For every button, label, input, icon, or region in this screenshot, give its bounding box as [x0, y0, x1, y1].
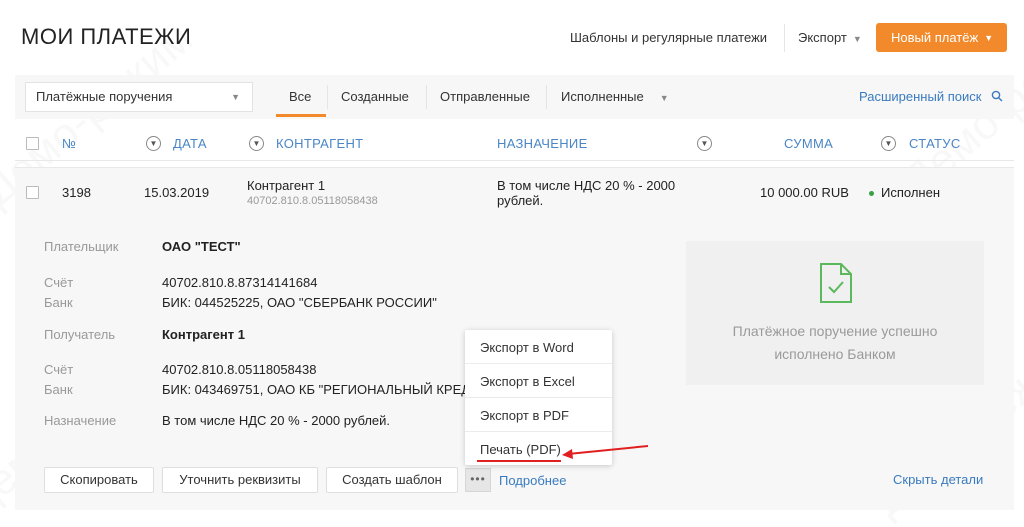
- chevron-down-icon: ▼: [231, 92, 240, 102]
- divider: [546, 85, 547, 109]
- recipient-bank-label: Банк: [44, 382, 73, 397]
- recipient-account-label: Счёт: [44, 362, 74, 377]
- tab-all[interactable]: Все: [289, 89, 311, 104]
- recipient-label: Получатель: [44, 327, 116, 342]
- status-dot-icon: [869, 191, 874, 197]
- column-number: №: [62, 136, 77, 151]
- menu-item-print-pdf[interactable]: Печать (PDF): [480, 442, 561, 457]
- status-message-line2: исполнено Банком: [774, 346, 896, 362]
- menu-divider: [465, 363, 612, 364]
- export-dropdown[interactable]: Экспорт ▼: [798, 30, 862, 45]
- page-title: МОИ ПЛАТЕЖИ: [21, 24, 192, 49]
- tab-executed[interactable]: Исполненные ▼: [561, 89, 669, 104]
- hide-details-link[interactable]: Скрыть детали: [893, 472, 983, 487]
- row-status: Исполнен: [869, 185, 940, 200]
- annotation-arrow-icon: [562, 445, 649, 459]
- menu-item-export-excel[interactable]: Экспорт в Excel: [480, 374, 575, 389]
- sort-date-icon[interactable]: ▼: [146, 136, 161, 151]
- menu-divider: [465, 431, 612, 432]
- menu-item-export-pdf[interactable]: Экспорт в PDF: [480, 408, 569, 423]
- chevron-down-icon: ▼: [852, 33, 862, 44]
- menu-divider: [465, 397, 612, 398]
- row-account: 40702.810.8.05118058438: [247, 195, 378, 207]
- row-counterparty: Контрагент 1: [247, 178, 326, 193]
- copy-button[interactable]: Скопировать: [44, 467, 154, 493]
- document-check-icon: [820, 263, 852, 303]
- payer-value: ОАО "ТЕСТ": [162, 239, 241, 254]
- column-amount[interactable]: СУММА: [784, 136, 833, 151]
- row-purpose-line2: рублей.: [497, 193, 544, 208]
- clarify-details-button[interactable]: Уточнить реквизиты: [162, 467, 318, 493]
- templates-link[interactable]: Шаблоны и регулярные платежи: [570, 30, 767, 45]
- recipient-bank: БИК: 043469751, ОАО КБ "РЕГИОНАЛЬНЫЙ КРЕ…: [162, 382, 465, 397]
- tab-sent[interactable]: Отправленные: [440, 89, 530, 104]
- sort-amount-icon[interactable]: ▼: [697, 136, 712, 151]
- purpose-label: Назначение: [44, 413, 117, 428]
- row-status-label: Исполнен: [881, 185, 941, 200]
- status-message-line1: Платёжное поручение успешно: [732, 323, 938, 339]
- status-message: Платёжное поручение успешно исполнено Ба…: [686, 320, 984, 366]
- payer-account: 40702.810.8.87314141684: [162, 275, 318, 290]
- annotation-underline: [477, 460, 561, 462]
- column-date[interactable]: ДАТА: [173, 136, 207, 151]
- sort-counterparty-icon[interactable]: ▼: [249, 136, 264, 151]
- new-payment-button[interactable]: Новый платёж ▼: [876, 23, 1007, 52]
- divider: [784, 24, 785, 52]
- column-counterparty[interactable]: КОНТРАГЕНТ: [276, 136, 363, 151]
- advanced-search-link[interactable]: Расширенный поиск: [859, 89, 1003, 104]
- payer-bank-label: Банк: [44, 295, 73, 310]
- select-all-checkbox[interactable]: [26, 137, 39, 150]
- tab-executed-label: Исполненные: [561, 89, 644, 104]
- sort-status-icon[interactable]: ▼: [881, 136, 896, 151]
- payer-account-label: Счёт: [44, 275, 74, 290]
- new-payment-label: Новый платёж: [891, 30, 979, 45]
- export-label: Экспорт: [798, 30, 847, 45]
- recipient-value: Контрагент 1: [162, 327, 245, 342]
- row-number: 3198: [62, 185, 91, 200]
- doc-type-value: Платёжные поручения: [36, 89, 173, 104]
- purpose-value: В том числе НДС 20 % - 2000 рублей.: [162, 413, 391, 428]
- menu-item-export-word[interactable]: Экспорт в Word: [480, 340, 574, 355]
- row-date: 15.03.2019: [144, 185, 210, 200]
- search-icon: [991, 90, 1003, 102]
- doc-type-select[interactable]: Платёжные поручения ▼: [25, 82, 253, 112]
- recipient-account: 40702.810.8.05118058438: [162, 362, 317, 377]
- advanced-search-label: Расширенный поиск: [859, 89, 982, 104]
- column-status[interactable]: СТАТУС: [909, 136, 961, 151]
- payer-label: Плательщик: [44, 239, 119, 254]
- divider: [426, 85, 427, 109]
- chevron-down-icon: ▼: [984, 33, 994, 44]
- payer-bank: БИК: 044525225, ОАО "СБЕРБАНК РОССИИ": [162, 295, 437, 310]
- more-details-link[interactable]: Подробнее: [499, 473, 566, 488]
- more-actions-button[interactable]: •••: [465, 468, 491, 492]
- column-purpose: НАЗНАЧЕНИЕ: [497, 136, 588, 151]
- row-checkbox[interactable]: [26, 186, 39, 199]
- create-template-button[interactable]: Создать шаблон: [326, 467, 458, 493]
- chevron-down-icon: ▼: [659, 92, 669, 103]
- row-purpose-line1: В том числе НДС 20 % - 2000: [497, 178, 676, 193]
- row-amount: 10 000.00 RUB: [760, 185, 849, 200]
- divider: [327, 85, 328, 109]
- active-tab-indicator: [276, 114, 326, 117]
- tab-created[interactable]: Созданные: [341, 89, 409, 104]
